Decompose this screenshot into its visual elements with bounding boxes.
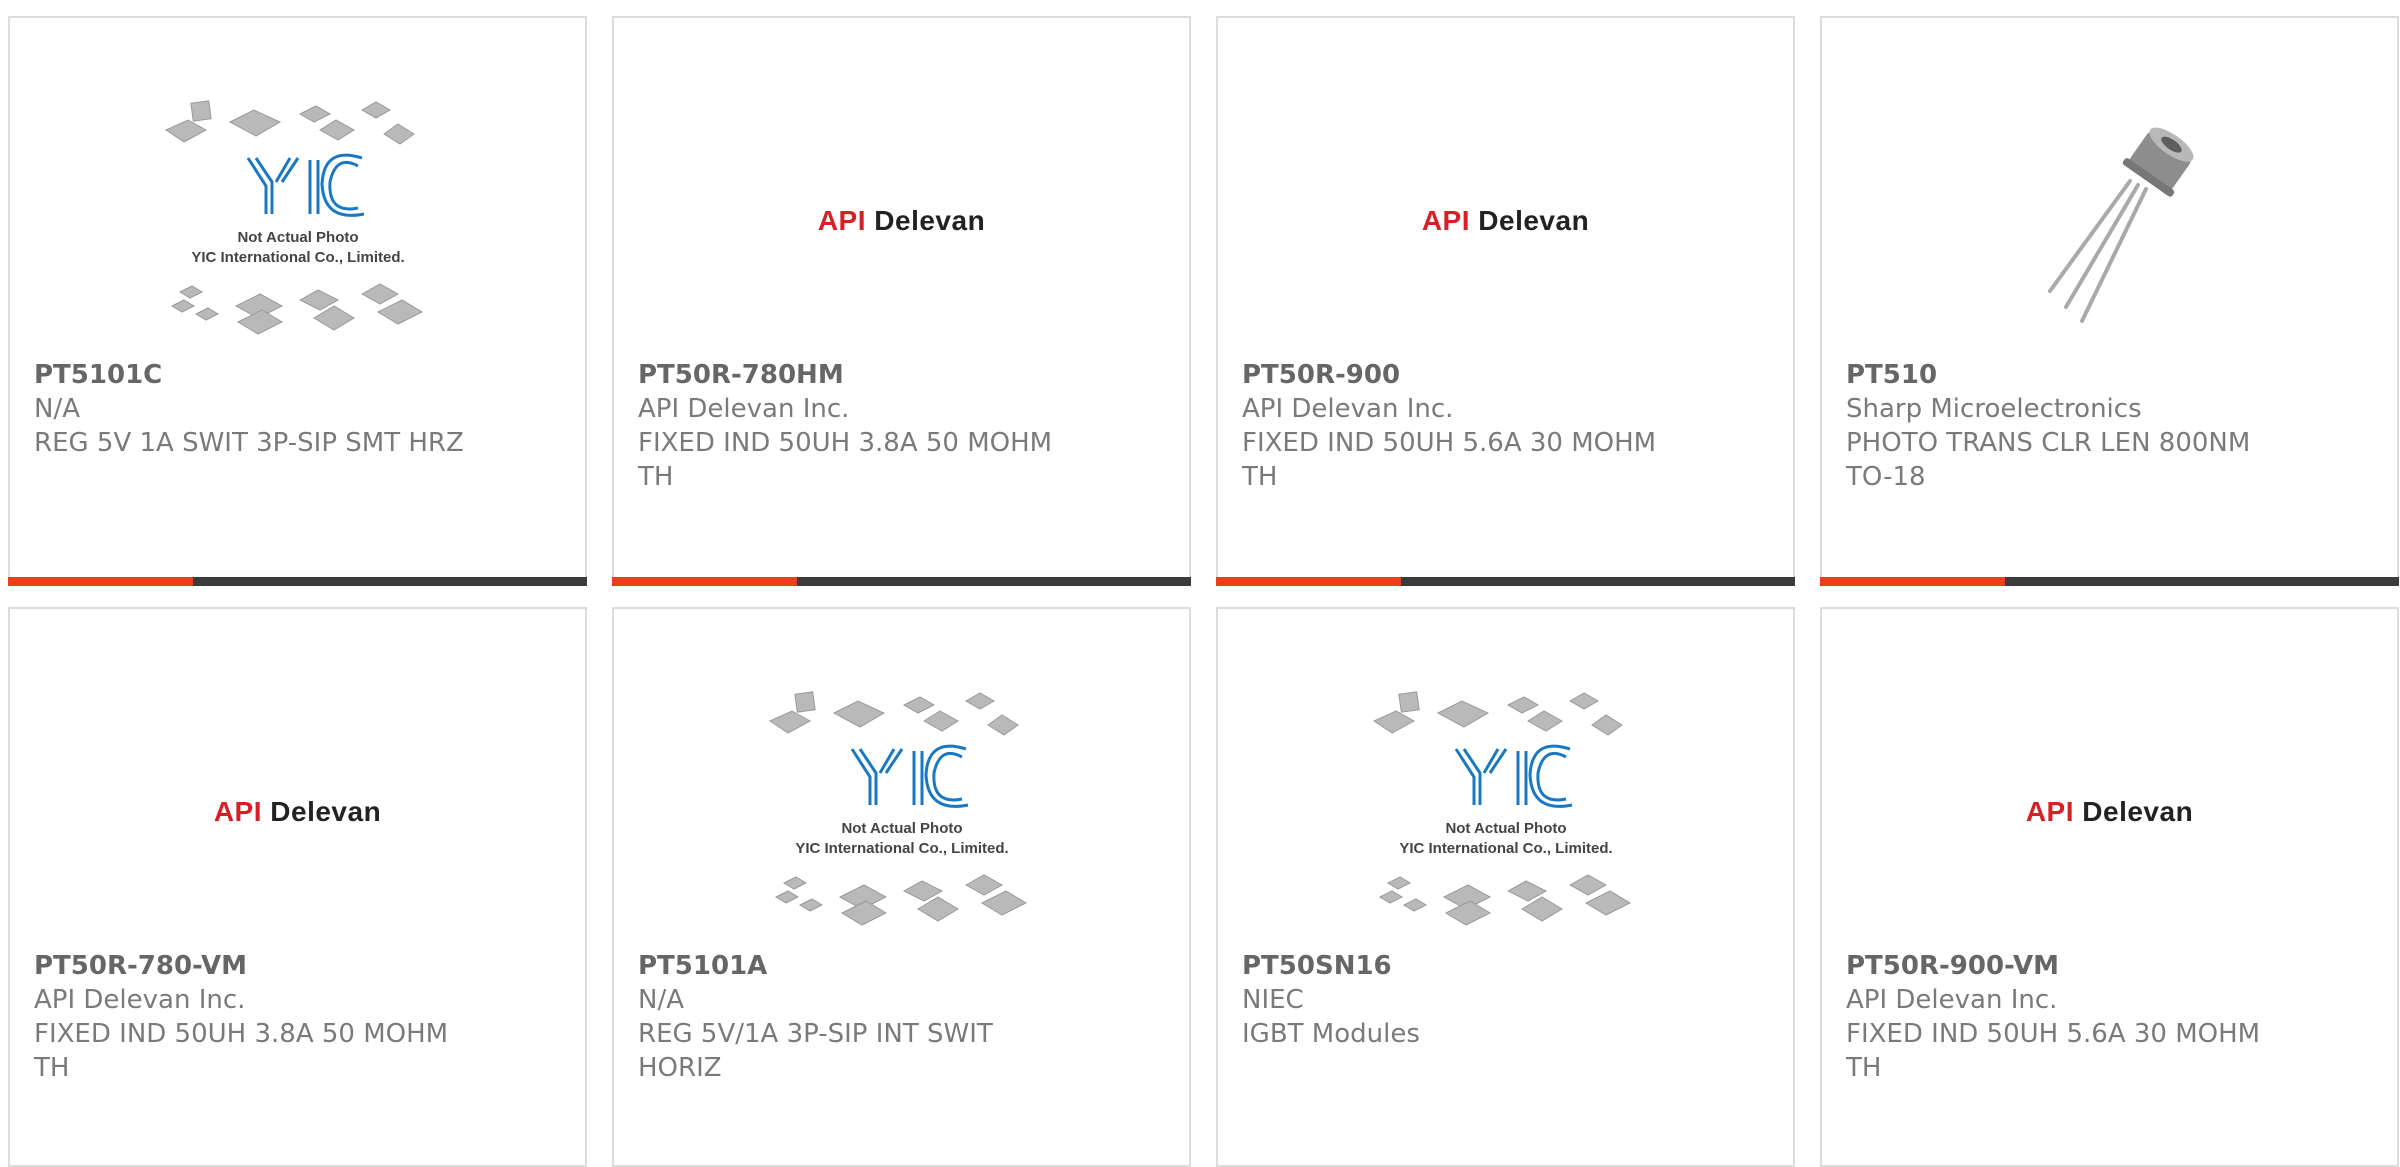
card-bottom-bar	[612, 577, 1191, 586]
manufacturer: API Delevan Inc.	[638, 394, 850, 424]
product-card[interactable]: Not Actual Photo YIC International Co., …	[8, 16, 587, 586]
product-image[interactable]: API Delevan	[1218, 76, 1793, 366]
product-grid: Not Actual Photo YIC International Co., …	[8, 16, 2400, 1167]
card-accent-segment	[8, 577, 194, 586]
card-accent-segment	[1820, 577, 2006, 586]
description: REG 5V/1A 3P-SIP INT SWIT HORIZ	[638, 1019, 993, 1083]
part-number-link[interactable]: PT50R-900	[1242, 358, 1763, 392]
product-card[interactable]: Not Actual Photo YIC International Co., …	[1216, 607, 1795, 1167]
product-info: PT5101C N/A REG 5V 1A SWIT 3P-SIP SMT HRZ	[34, 358, 555, 460]
product-image[interactable]: API Delevan	[1822, 667, 2397, 957]
product-image[interactable]: Not Actual Photo YIC International Co., …	[1218, 667, 1793, 957]
manufacturer: NIEC	[1242, 985, 1304, 1015]
card-bottom-bar	[1216, 577, 1795, 586]
api-delevan-logo: API Delevan	[817, 205, 986, 236]
description: FIXED IND 50UH 5.6A 30 MOHM TH	[1242, 428, 1657, 492]
manufacturer: API Delevan Inc.	[34, 985, 246, 1015]
card-accent-segment	[1216, 577, 1402, 586]
svg-text:YIC International Co., Limited: YIC International Co., Limited.	[191, 249, 404, 266]
api-delevan-logo: API Delevan	[1421, 205, 1590, 236]
description: FIXED IND 50UH 5.6A 30 MOHM TH	[1846, 1019, 2261, 1083]
part-number-link[interactable]: PT50R-780HM	[638, 358, 1159, 392]
part-number-link[interactable]: PT50SN16	[1242, 949, 1763, 983]
product-info: PT50R-780HM API Delevan Inc. FIXED IND 50U…	[638, 358, 1159, 494]
product-card[interactable]: API Delevan PT50R-780-VM API Delevan Inc.…	[8, 607, 587, 1167]
product-card[interactable]: API Delevan PT50R-900 API Delevan Inc. FIX…	[1216, 16, 1795, 586]
manufacturer: API Delevan Inc.	[1242, 394, 1454, 424]
product-card[interactable]: API Delevan PT50R-780HM API Delevan Inc. F…	[612, 16, 1191, 586]
api-delevan-logo: API Delevan	[2025, 796, 2194, 827]
svg-text:Not Actual Photo: Not Actual Photo	[1445, 820, 1566, 837]
svg-text:YIC International Co., Limited: YIC International Co., Limited.	[795, 840, 1008, 857]
not-actual-photo-placeholder: Not Actual Photo YIC International Co., …	[164, 100, 423, 335]
product-image[interactable]: API Delevan	[614, 76, 1189, 366]
svg-text:Not Actual Photo: Not Actual Photo	[841, 820, 962, 837]
product-info: PT50R-780-VM API Delevan Inc. FIXED IND 50…	[34, 949, 555, 1085]
not-actual-photo-placeholder: Not Actual Photo YIC International Co., …	[1372, 691, 1631, 926]
description: REG 5V 1A SWIT 3P-SIP SMT HRZ	[34, 428, 464, 458]
product-info: PT510 Sharp Microelectronics PHOTO TRANS C…	[1846, 358, 2367, 494]
manufacturer: N/A	[34, 394, 80, 424]
description: IGBT Modules	[1242, 1019, 1420, 1049]
svg-text:YIC International Co., Limited: YIC International Co., Limited.	[1399, 840, 1612, 857]
manufacturer: N/A	[638, 985, 684, 1015]
product-image[interactable]: Not Actual Photo YIC International Co., …	[10, 76, 585, 366]
manufacturer: API Delevan Inc.	[1846, 985, 2058, 1015]
manufacturer: Sharp Microelectronics	[1846, 394, 2142, 424]
card-bottom-bar	[8, 577, 587, 586]
phototransistor-photo	[2047, 127, 2194, 323]
part-number-link[interactable]: PT50R-900-VM	[1846, 949, 2367, 983]
part-number-link[interactable]: PT50R-780-VM	[34, 949, 555, 983]
part-number-link[interactable]: PT510	[1846, 358, 2367, 392]
product-info: PT5101A N/A REG 5V/1A 3P-SIP INT SWIT HORI…	[638, 949, 1159, 1085]
product-info: PT50SN16 NIEC IGBT Modules	[1242, 949, 1763, 1051]
description: PHOTO TRANS CLR LEN 800NM TO-18	[1846, 428, 2251, 492]
description: FIXED IND 50UH 3.8A 50 MOHM TH	[638, 428, 1053, 492]
product-card[interactable]: Not Actual Photo YIC International Co., …	[612, 607, 1191, 1167]
product-image[interactable]: API Delevan	[10, 667, 585, 957]
not-actual-photo-placeholder: Not Actual Photo YIC International Co., …	[768, 691, 1027, 926]
product-image[interactable]: Not Actual Photo YIC International Co., …	[614, 667, 1189, 957]
card-bottom-bar	[1820, 577, 2399, 586]
product-card[interactable]: PT510 Sharp Microelectronics PHOTO TRANS C…	[1820, 16, 2399, 586]
svg-text:Not Actual Photo: Not Actual Photo	[237, 229, 358, 246]
product-info: PT50R-900 API Delevan Inc. FIXED IND 50UH …	[1242, 358, 1763, 494]
product-info: PT50R-900-VM API Delevan Inc. FIXED IND 50…	[1846, 949, 2367, 1085]
api-delevan-logo: API Delevan	[213, 796, 382, 827]
part-number-link[interactable]: PT5101C	[34, 358, 555, 392]
description: FIXED IND 50UH 3.8A 50 MOHM TH	[34, 1019, 449, 1083]
part-number-link[interactable]: PT5101A	[638, 949, 1159, 983]
product-image[interactable]	[1822, 76, 2397, 366]
card-accent-segment	[612, 577, 798, 586]
product-card[interactable]: API Delevan PT50R-900-VM API Delevan Inc.…	[1820, 607, 2399, 1167]
